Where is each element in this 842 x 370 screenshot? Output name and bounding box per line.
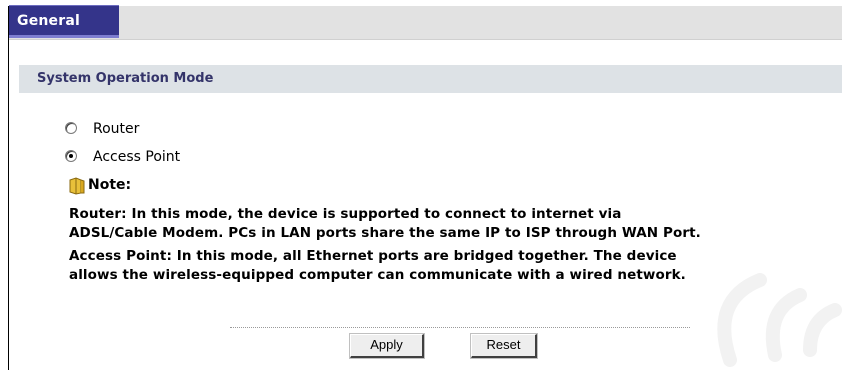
settings-page: General System Operation Mode Router Acc… [0, 0, 842, 370]
section-header: System Operation Mode [19, 65, 842, 93]
note-line: Router: In this mode, the device is supp… [69, 206, 622, 222]
tab-bar [9, 6, 842, 40]
apply-button[interactable]: Apply [350, 334, 424, 358]
note-line: ADSL/Cable Modem. PCs in LAN ports share… [69, 225, 701, 241]
access-point-radio[interactable] [65, 150, 77, 162]
note-icon [69, 177, 85, 195]
note-line: Access Point: In this mode, all Ethernet… [69, 248, 677, 264]
note-line: allows the wireless-equipped computer ca… [69, 267, 686, 283]
tab-general[interactable]: General [9, 5, 119, 38]
watermark-logo [717, 273, 842, 367]
left-border [8, 6, 9, 370]
router-radio[interactable] [65, 122, 77, 134]
router-radio-label[interactable]: Router [93, 121, 139, 137]
access-point-radio-label[interactable]: Access Point [93, 149, 180, 165]
section-title: System Operation Mode [37, 71, 214, 86]
tab-general-label: General [17, 13, 80, 29]
button-divider [230, 327, 690, 328]
tab-active-indicator [9, 35, 119, 38]
reset-button[interactable]: Reset [471, 334, 537, 358]
note-label: Note: [88, 177, 132, 193]
